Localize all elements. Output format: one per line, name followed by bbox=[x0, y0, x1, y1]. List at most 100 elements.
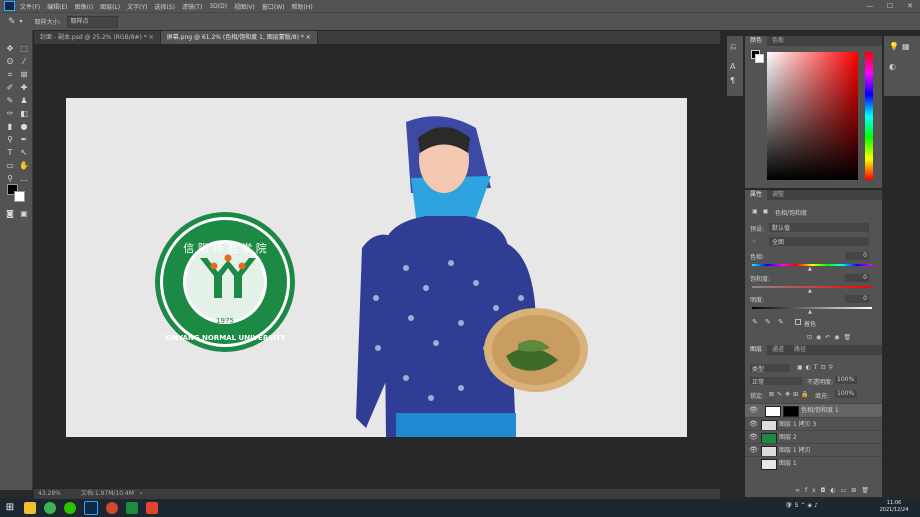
tab-layers[interactable]: 图层 bbox=[745, 345, 768, 355]
saturation-slider-track[interactable] bbox=[752, 286, 872, 288]
visibility-eye-icon[interactable]: 👁 bbox=[749, 447, 758, 454]
blend-mode-select[interactable]: 正常 bbox=[750, 377, 802, 386]
close-icon[interactable]: × bbox=[306, 34, 311, 41]
visibility-eye-icon[interactable] bbox=[749, 460, 756, 467]
layer-row[interactable]: 图层 1 bbox=[745, 456, 882, 470]
hand-tool-icon[interactable]: ✋ bbox=[19, 161, 29, 171]
system-clock[interactable]: 11:06 2021/12/24 bbox=[874, 500, 914, 514]
move-tool-icon[interactable]: ✥ bbox=[5, 44, 15, 54]
layer-filter-icons[interactable]: ▣◐T⊡⚲ bbox=[797, 364, 836, 371]
color-field[interactable] bbox=[767, 52, 858, 180]
history-panel-icon[interactable]: ⎌ bbox=[730, 42, 736, 52]
lasso-tool-icon[interactable]: ʘ bbox=[5, 57, 15, 67]
eyedropper-minus-icon[interactable]: ✎ bbox=[778, 318, 784, 326]
stamp-tool-icon[interactable]: ♟ bbox=[19, 96, 29, 106]
marquee-tool-icon[interactable]: ⬚ bbox=[19, 44, 29, 54]
hue-slider[interactable] bbox=[865, 52, 873, 180]
tool-preset-chevron-icon[interactable]: ▾ bbox=[20, 18, 23, 25]
adjustments-icon[interactable]: ◐ bbox=[889, 62, 896, 71]
character-panel-icon[interactable]: A bbox=[730, 62, 735, 71]
menu-select[interactable]: 选择(S) bbox=[154, 2, 175, 11]
document-canvas[interactable]: 信 阳 师 范 学 院 1975 XINYANG NORMAL UNIVERSI… bbox=[66, 98, 687, 437]
menu-layer[interactable]: 图层(L) bbox=[100, 2, 120, 11]
file-explorer-icon[interactable] bbox=[24, 502, 36, 514]
preset-select[interactable]: 默认值 bbox=[769, 223, 869, 232]
layer-filter-select[interactable]: 类型 bbox=[750, 364, 790, 373]
powerpoint-icon[interactable] bbox=[106, 502, 118, 514]
lock-icons[interactable]: ⊠✎✥⊞🔒 bbox=[769, 391, 812, 398]
type-tool-icon[interactable]: T bbox=[5, 148, 15, 158]
brush-tool-icon[interactable]: ✎ bbox=[5, 96, 15, 106]
tab-properties[interactable]: 属性 bbox=[745, 190, 768, 200]
menu-filter[interactable]: 滤镜(T) bbox=[182, 2, 202, 11]
tab-color[interactable]: 颜色 bbox=[745, 36, 768, 46]
eyedropper-tool-icon[interactable]: ✎ bbox=[8, 17, 16, 27]
eraser-tool-icon[interactable]: ◧ bbox=[19, 109, 29, 119]
hue-value[interactable]: 0 bbox=[845, 252, 869, 260]
hue-slider-thumb[interactable]: ▲ bbox=[808, 266, 812, 272]
screen-mode-icon[interactable]: ▣ bbox=[19, 209, 29, 219]
wechat-icon[interactable] bbox=[64, 502, 76, 514]
status-arrow-icon[interactable]: › bbox=[140, 490, 142, 497]
lightness-slider-thumb[interactable]: ▲ bbox=[808, 309, 812, 315]
menu-file[interactable]: 文件(F) bbox=[20, 2, 40, 11]
crop-tool-icon[interactable]: ⌗ bbox=[5, 70, 15, 80]
menu-3d[interactable]: 3D(D) bbox=[209, 3, 227, 10]
start-icon[interactable]: ⊞ bbox=[4, 502, 16, 514]
menu-window[interactable]: 窗口(W) bbox=[262, 2, 285, 11]
visibility-eye-icon[interactable]: 👁 bbox=[749, 421, 758, 428]
app-icon[interactable] bbox=[146, 502, 158, 514]
paragraph-panel-icon[interactable]: ¶ bbox=[730, 76, 735, 85]
dodge-tool-icon[interactable]: ⚲ bbox=[5, 135, 15, 145]
maximize-button[interactable]: ☐ bbox=[880, 0, 900, 12]
saturation-value[interactable]: 0 bbox=[845, 274, 869, 282]
slice-tool-icon[interactable]: ⊠ bbox=[19, 70, 29, 80]
shape-tool-icon[interactable]: ▭ bbox=[5, 161, 15, 171]
layer-mask-thumbnail[interactable] bbox=[783, 406, 799, 417]
magic-wand-tool-icon[interactable]: ⁄ bbox=[19, 57, 29, 67]
healing-tool-icon[interactable]: ✚ bbox=[19, 83, 29, 93]
visibility-eye-icon[interactable]: 👁 bbox=[749, 407, 758, 414]
menu-image[interactable]: 图像(I) bbox=[75, 2, 93, 11]
tab-adjustments[interactable]: 调整 bbox=[767, 190, 789, 200]
zoom-level[interactable]: 43.28% bbox=[38, 490, 61, 497]
hand-target-icon[interactable]: ☝ bbox=[752, 238, 756, 245]
tab-channels[interactable]: 通道 bbox=[767, 345, 789, 355]
tab-swatches[interactable]: 色板 bbox=[767, 36, 789, 46]
colorize-checkbox[interactable] bbox=[795, 319, 801, 325]
camtasia-icon[interactable] bbox=[126, 502, 138, 514]
properties-footer-icons[interactable]: ⊡◉↶◉🗑 bbox=[807, 334, 855, 341]
sample-size-select[interactable]: 取样点 bbox=[66, 15, 118, 28]
fill-value[interactable]: 100% bbox=[835, 390, 857, 398]
opacity-value[interactable]: 100% bbox=[835, 376, 857, 384]
layers-footer-icons[interactable]: ∞fx◘◐▭⊞🗑 bbox=[795, 487, 874, 494]
tab-cover-psd[interactable]: 封面 - 副本.psd @ 25.2% (RGB/8#) * × bbox=[34, 31, 161, 44]
system-tray-icons[interactable]: 🛡S⌃◈♪ bbox=[785, 502, 820, 509]
bg-color-swatch[interactable] bbox=[755, 54, 764, 63]
saturation-slider-thumb[interactable]: ▲ bbox=[808, 288, 812, 294]
minimize-button[interactable]: — bbox=[860, 0, 880, 12]
layer-row[interactable]: 👁 图层 1 拷贝 bbox=[745, 443, 882, 457]
lightness-value[interactable]: 0 bbox=[845, 295, 869, 303]
close-button[interactable]: ✕ bbox=[900, 0, 920, 12]
hue-slider-track[interactable] bbox=[752, 264, 872, 266]
blur-tool-icon[interactable]: ● bbox=[19, 122, 29, 132]
background-color-swatch[interactable] bbox=[14, 191, 25, 202]
pen-tool-icon[interactable]: ✒ bbox=[19, 135, 29, 145]
history-brush-icon[interactable]: ✑ bbox=[5, 109, 15, 119]
tab-screen-png[interactable]: 屏幕.png @ 61.2% (色相/饱和度 1, 图层蒙版/8) * × bbox=[160, 31, 318, 44]
layer-row-hue-sat[interactable]: 👁 色相/饱和度 1 bbox=[745, 403, 882, 417]
zoom-tool-icon[interactable]: ⚲ bbox=[5, 174, 15, 184]
browser-icon[interactable] bbox=[44, 502, 56, 514]
libraries-icon[interactable]: ▦ bbox=[902, 42, 910, 51]
photoshop-taskbar-icon[interactable] bbox=[84, 501, 98, 515]
gradient-tool-icon[interactable]: ▮ bbox=[5, 122, 15, 132]
eyedropper-tool-icon-2[interactable]: ✐ bbox=[5, 83, 15, 93]
layer-row[interactable]: 👁 图层 2 bbox=[745, 430, 882, 444]
more-tools-icon[interactable]: … bbox=[19, 174, 29, 184]
menu-type[interactable]: 文字(Y) bbox=[127, 2, 147, 11]
channel-select[interactable]: 全图 bbox=[769, 237, 869, 246]
path-select-tool-icon[interactable]: ↖ bbox=[19, 148, 29, 158]
close-icon[interactable]: × bbox=[149, 34, 154, 41]
quick-mask-icon[interactable]: ◙ bbox=[5, 209, 15, 219]
